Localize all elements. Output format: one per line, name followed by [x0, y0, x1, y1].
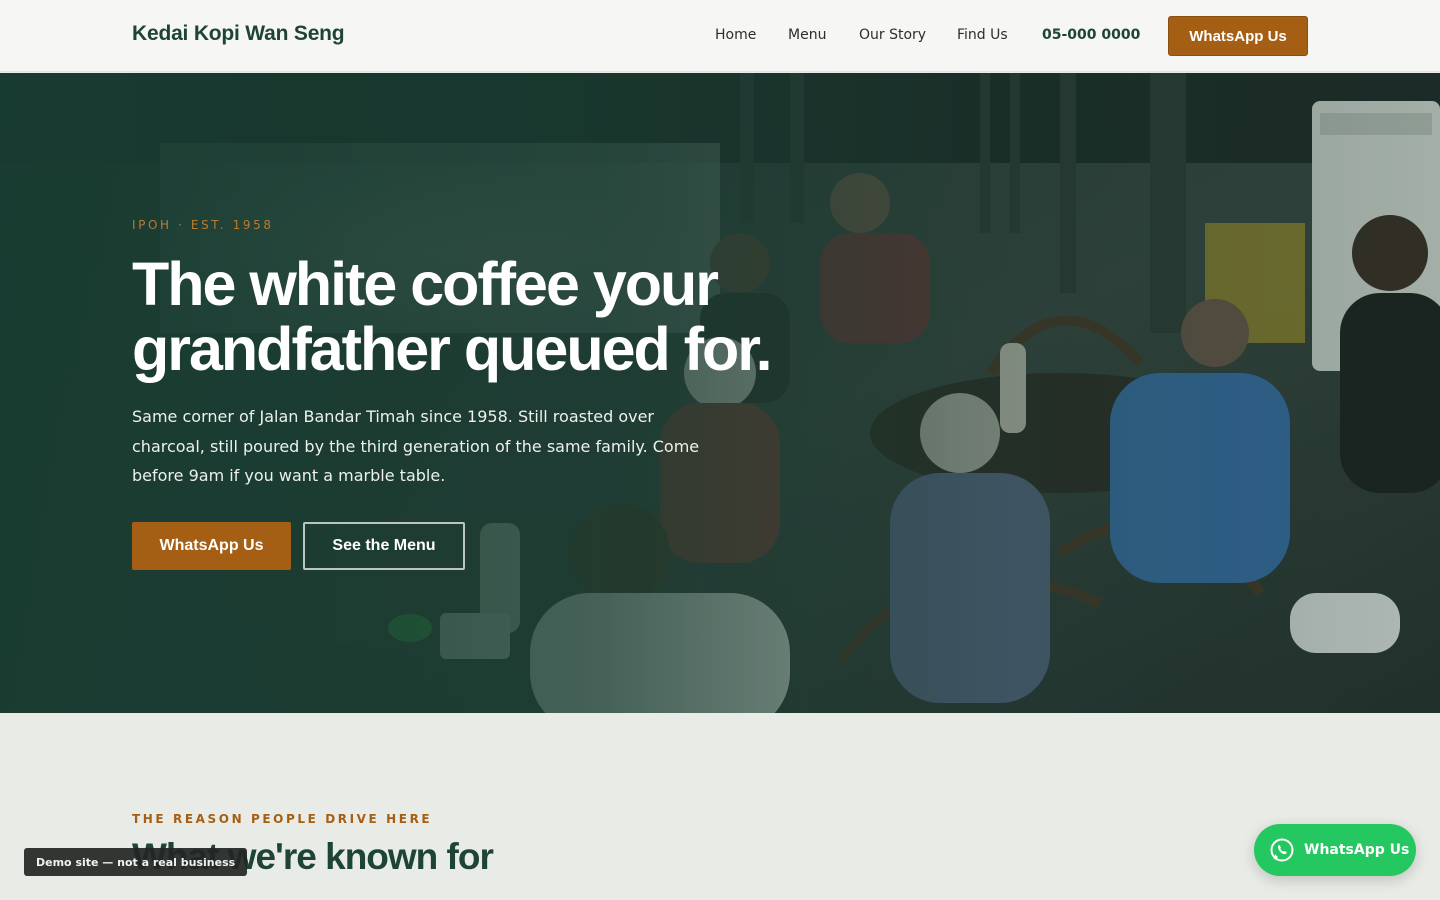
hero-background-photo	[0, 73, 1440, 713]
section-eyebrow: THE REASON PEOPLE DRIVE HERE	[132, 812, 433, 826]
site-header: Kedai Kopi Wan Seng Home Menu Our Story …	[0, 0, 1440, 72]
hero-eyebrow: IPOH · EST. 1958	[132, 218, 274, 232]
nav-phone-link[interactable]: 05-000 0000	[1042, 27, 1140, 43]
whatsapp-icon	[1270, 838, 1294, 862]
floating-whatsapp-button[interactable]: WhatsApp Us	[1254, 824, 1416, 876]
nav-home[interactable]: Home	[715, 27, 756, 43]
floating-whatsapp-label: WhatsApp Us	[1304, 842, 1410, 858]
hero-headline-line-2: grandfather queued for.	[132, 315, 773, 383]
demo-site-badge: Demo site — not a real business	[24, 848, 248, 876]
hero-description: Same corner of Jalan Bandar Timah since …	[132, 407, 700, 485]
nav-find-us[interactable]: Find Us	[957, 27, 1008, 43]
hero-headline-line-1: The white coffee your	[132, 250, 719, 318]
hero-headline: The white coffee your grandfather queued…	[132, 252, 852, 382]
see-menu-button[interactable]: See the Menu	[303, 522, 465, 570]
nav-our-story[interactable]: Our Story	[859, 27, 926, 43]
hero-whatsapp-button[interactable]: WhatsApp Us	[132, 522, 291, 570]
hero-section	[0, 73, 1440, 713]
nav-menu[interactable]: Menu	[788, 27, 826, 43]
brand-logo[interactable]: Kedai Kopi Wan Seng	[132, 22, 345, 46]
header-whatsapp-button[interactable]: WhatsApp Us	[1168, 16, 1308, 56]
